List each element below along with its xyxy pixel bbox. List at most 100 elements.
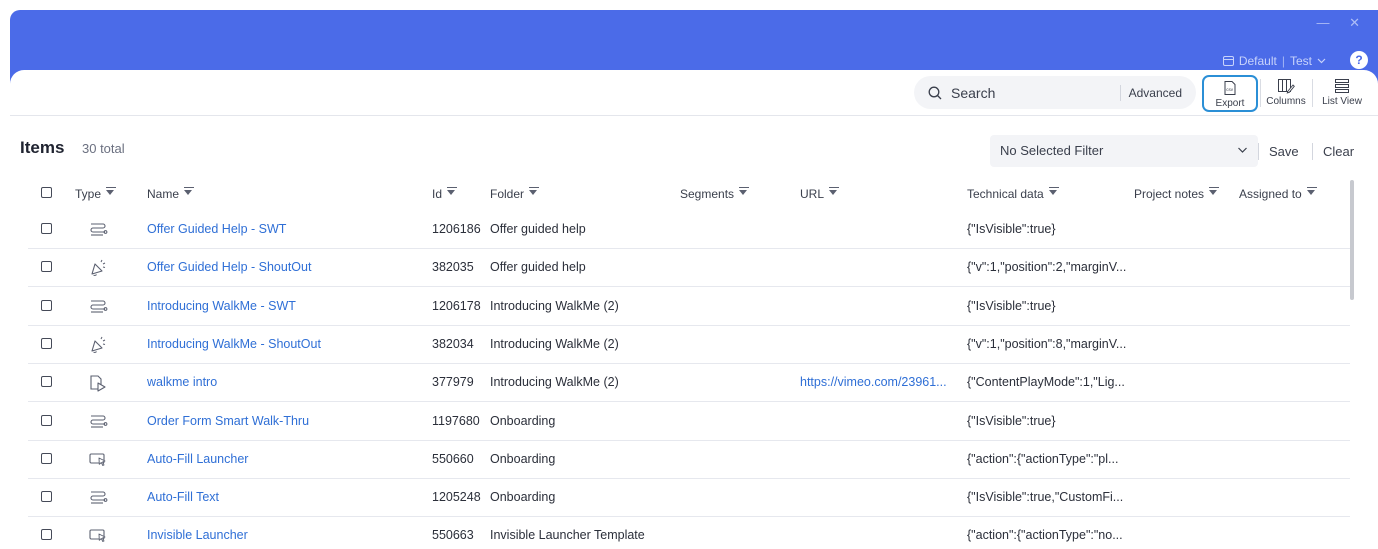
table-row[interactable]: Introducing WalkMe - SWT 1206178 Introduci… — [28, 288, 1350, 326]
column-header-folder[interactable]: Folder — [490, 187, 540, 201]
smart-walkthru-icon — [88, 413, 108, 434]
item-name-link[interactable]: Auto-Fill Text — [147, 490, 219, 504]
column-header-project-notes[interactable]: Project notes — [1134, 187, 1220, 201]
filter-icon[interactable] — [1048, 187, 1059, 195]
table-row[interactable]: Invisible Launcher 550663 Invisible Launch… — [28, 517, 1350, 549]
item-id: 382034 — [432, 337, 474, 351]
item-name-link[interactable]: Offer Guided Help - ShoutOut — [147, 260, 311, 274]
filter-icon[interactable] — [1306, 187, 1317, 195]
search-icon — [928, 86, 942, 99]
filter-icon[interactable] — [447, 187, 458, 195]
item-name-link[interactable]: Invisible Launcher — [147, 528, 248, 542]
item-folder: Offer guided help — [490, 222, 586, 236]
table-row[interactable]: Auto-Fill Launcher 550660 Onboarding {"acti… — [28, 441, 1350, 479]
checkbox[interactable] — [41, 187, 52, 198]
list-view-button[interactable]: List View — [1316, 75, 1368, 112]
row-checkbox[interactable] — [41, 261, 52, 272]
column-label: Technical data — [967, 187, 1044, 201]
item-technical-data: {"v":1,"position":8,"marginV... — [967, 337, 1127, 351]
table-row[interactable]: Offer Guided Help - SWT 1206186 Offer guid… — [28, 211, 1350, 249]
item-name-link[interactable]: walkme intro — [147, 375, 217, 389]
columns-button[interactable]: Columns — [1262, 75, 1310, 112]
smart-walkthru-icon — [88, 298, 108, 319]
column-label: URL — [800, 187, 825, 201]
toolbar: Search Advanced csv Export Columns List … — [10, 70, 1378, 116]
scrollbar[interactable] — [1350, 180, 1354, 300]
item-folder: Onboarding — [490, 452, 556, 466]
columns-label: Columns — [1266, 96, 1306, 107]
filter-select-value: No Selected Filter — [1000, 143, 1104, 158]
item-id: 377979 — [432, 375, 474, 389]
column-header-assigned-to[interactable]: Assigned to — [1239, 187, 1317, 201]
filter-icon[interactable] — [1209, 187, 1220, 195]
divider — [1258, 143, 1259, 160]
column-header-segments[interactable]: Segments — [680, 187, 750, 201]
window-controls[interactable]: — ✕ — [1316, 15, 1368, 31]
divider — [1312, 143, 1313, 160]
smart-walkthru-icon — [88, 489, 108, 510]
advanced-search-button[interactable]: Advanced — [1119, 85, 1182, 101]
folder-icon — [1222, 56, 1234, 66]
row-checkbox[interactable] — [41, 376, 52, 387]
save-filter-button[interactable]: Save — [1269, 144, 1299, 159]
column-label: Name — [147, 187, 180, 201]
select-all-checkbox[interactable] — [41, 187, 52, 198]
item-id: 382035 — [432, 260, 474, 274]
table-row[interactable]: Auto-Fill Text 1205248 Onboarding {"IsVisib… — [28, 479, 1350, 517]
item-technical-data: {"ContentPlayMode":1,"Lig... — [967, 375, 1125, 389]
item-name-link[interactable]: Introducing WalkMe - ShoutOut — [147, 337, 321, 351]
table-row[interactable]: Introducing WalkMe - ShoutOut 382034 Intro… — [28, 326, 1350, 364]
clear-filter-button[interactable]: Clear — [1323, 144, 1354, 159]
row-checkbox[interactable] — [41, 453, 52, 464]
filter-icon[interactable] — [739, 187, 750, 195]
environment-switcher[interactable]: Default | Test — [1222, 54, 1326, 68]
column-header-type[interactable]: Type — [75, 187, 117, 201]
row-checkbox[interactable] — [41, 415, 52, 426]
row-checkbox[interactable] — [41, 300, 52, 311]
filter-select[interactable]: No Selected Filter — [990, 135, 1258, 167]
item-folder: Invisible Launcher Template — [490, 528, 645, 542]
search-input[interactable]: Search — [951, 85, 995, 101]
table-row[interactable]: Offer Guided Help - ShoutOut 382035 Offer … — [28, 249, 1350, 287]
item-technical-data: {"IsVisible":true} — [967, 299, 1056, 313]
table-row[interactable]: walkme intro 377979 Introducing WalkMe (2)… — [28, 364, 1350, 402]
item-folder: Onboarding — [490, 490, 556, 504]
filter-icon[interactable] — [184, 187, 195, 195]
item-id: 550663 — [432, 528, 474, 542]
list-view-icon — [1335, 79, 1349, 93]
column-header-id[interactable]: Id — [432, 187, 458, 201]
item-id: 550660 — [432, 452, 474, 466]
item-name-link[interactable]: Introducing WalkMe - SWT — [147, 299, 296, 313]
help-button[interactable]: ? — [1350, 51, 1368, 69]
chevron-down-icon — [1238, 147, 1247, 153]
column-label: Project notes — [1134, 187, 1205, 201]
row-checkbox[interactable] — [41, 491, 52, 502]
table-row[interactable]: Order Form Smart Walk-Thru 1197680 Onboard… — [28, 403, 1350, 441]
divider — [1260, 79, 1261, 107]
item-folder: Onboarding — [490, 414, 556, 428]
main-panel: Search Advanced csv Export Columns List … — [10, 70, 1378, 549]
column-header-name[interactable]: Name — [147, 187, 195, 201]
item-technical-data: {"action":{"actionType":"no... — [967, 528, 1123, 542]
row-checkbox[interactable] — [41, 529, 52, 540]
item-name-link[interactable]: Auto-Fill Launcher — [147, 452, 248, 466]
filter-icon[interactable] — [529, 187, 540, 195]
item-name-link[interactable]: Order Form Smart Walk-Thru — [147, 414, 309, 428]
item-id: 1197680 — [432, 414, 480, 428]
item-name-link[interactable]: Offer Guided Help - SWT — [147, 222, 286, 236]
filter-icon[interactable] — [106, 187, 117, 195]
search-bar[interactable]: Search Advanced — [914, 76, 1196, 109]
filter-icon[interactable] — [829, 187, 840, 195]
video-content-icon — [88, 374, 108, 397]
row-checkbox[interactable] — [41, 338, 52, 349]
column-header-url[interactable]: URL — [800, 187, 840, 201]
item-folder: Offer guided help — [490, 260, 586, 274]
item-technical-data: {"IsVisible":true,"CustomFi... — [967, 490, 1124, 504]
row-checkbox[interactable] — [41, 223, 52, 234]
item-url-link[interactable]: https://vimeo.com/23961... — [800, 375, 947, 389]
column-header-technical-data[interactable]: Technical data — [967, 187, 1059, 201]
export-label: Export — [1215, 98, 1245, 109]
export-button[interactable]: csv Export — [1202, 75, 1258, 112]
environment-label: Test — [1289, 54, 1312, 68]
item-id: 1206186 — [432, 222, 481, 236]
